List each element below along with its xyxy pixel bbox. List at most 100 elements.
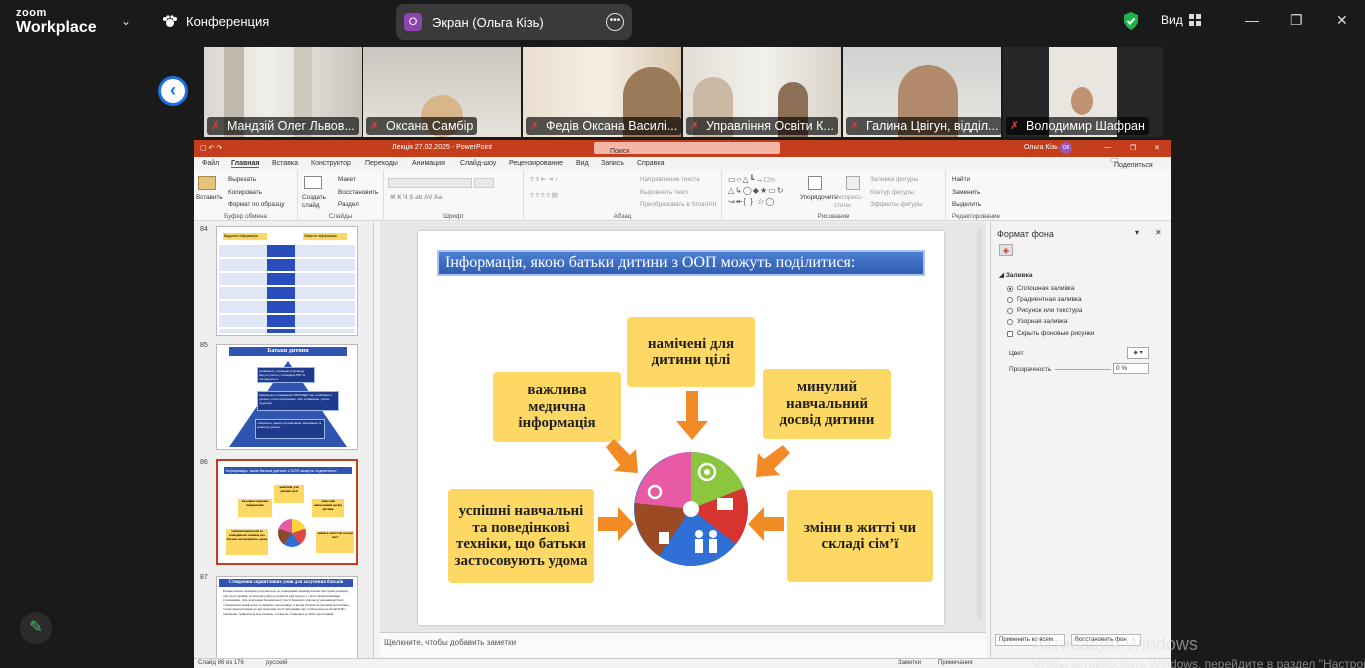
- checkbox-hide-background[interactable]: [1007, 330, 1013, 337]
- maximize-icon[interactable]: ❐: [1290, 12, 1303, 29]
- slide-thumbnail[interactable]: Відкрита інформація Закрита інформація: [216, 226, 358, 336]
- arrow-down: [676, 391, 708, 440]
- copy-button[interactable]: Копировать: [228, 189, 262, 196]
- participant-tile[interactable]: ✗ Управління Освіти К...: [683, 47, 841, 137]
- meeting-info-button[interactable]: Конференция: [162, 14, 269, 29]
- tab-design[interactable]: Конструктор: [311, 160, 351, 167]
- color-picker[interactable]: ◈ ▾: [1127, 347, 1149, 359]
- thumb-title: Батьки дитини: [229, 347, 347, 356]
- participant-tile[interactable]: ✗ Мандзій Олег Львов...: [204, 47, 362, 137]
- reset-button[interactable]: Восстановить: [338, 189, 378, 196]
- thumb-item: інформують працівників ЗЗСО/ЗДО про особ…: [257, 391, 339, 411]
- fill-section-header[interactable]: ◢ Заливка: [999, 271, 1033, 279]
- radio-gradient-fill[interactable]: [1007, 296, 1013, 303]
- slide-thumbnail[interactable]: Батьки дитини приймають у Команді супров…: [216, 344, 358, 450]
- current-slide[interactable]: Інформація, якою батьки дитини з ООП мож…: [418, 231, 944, 625]
- gallery-prev-button[interactable]: ‹: [158, 76, 188, 106]
- participant-tile[interactable]: ✗ Оксана Самбір: [363, 47, 521, 137]
- close-icon[interactable]: ✕: [1336, 12, 1348, 29]
- font-size-select[interactable]: [474, 178, 494, 188]
- replace-button[interactable]: Заменить: [952, 189, 980, 196]
- view-button[interactable]: Вид: [1161, 13, 1201, 27]
- chevron-down-icon[interactable]: ⌄: [121, 14, 131, 28]
- shape-fill-button[interactable]: Заливка фигуры: [870, 176, 918, 183]
- participant-tile[interactable]: ✗ Галина Цвігун, відділ...: [843, 47, 1001, 137]
- font-name-select[interactable]: [388, 178, 472, 188]
- notes-toggle[interactable]: Заметки: [898, 660, 921, 666]
- section-button[interactable]: Раздел: [338, 201, 359, 208]
- thumb-title: Створення сприятливих умов для залучення…: [219, 579, 353, 587]
- shapes-gallery-row3[interactable]: ↝↞{ } ☆◯: [728, 197, 775, 206]
- maximize-icon[interactable]: ❐: [1130, 144, 1136, 152]
- option-solid-fill[interactable]: Сплошная заливка: [1007, 285, 1075, 292]
- smartart-button[interactable]: Преобразовать в SmartArt: [640, 201, 716, 208]
- share-button[interactable]: Поделиться: [1110, 158, 1153, 169]
- tab-help[interactable]: Справка: [637, 160, 664, 167]
- security-shield-icon[interactable]: [1122, 11, 1140, 31]
- arrange-button[interactable]: Упорядочить: [800, 194, 837, 201]
- tab-review[interactable]: Рецензирование: [509, 160, 563, 167]
- screen-share-indicator[interactable]: О Экран (Ольга Кізь) •••: [396, 4, 632, 40]
- user-avatar[interactable]: ОК: [1060, 142, 1072, 154]
- slides-caption: Слайды: [328, 213, 353, 220]
- quick-styles-icon[interactable]: [846, 176, 860, 190]
- transparency-slider[interactable]: [1055, 369, 1111, 370]
- paste-button[interactable]: Вставить: [196, 194, 223, 201]
- tab-view[interactable]: Вид: [576, 160, 589, 167]
- shapes-gallery[interactable]: ▭○△┗→□○: [728, 175, 776, 184]
- radio-picture-fill[interactable]: [1007, 307, 1013, 314]
- font-style-buttons[interactable]: Ж К Ч S ab AV Аа: [390, 194, 442, 201]
- align-text-button[interactable]: Выровнять текст: [640, 189, 689, 196]
- transparency-input[interactable]: 0 %: [1113, 363, 1149, 374]
- paste-icon[interactable]: [198, 176, 216, 190]
- list-buttons[interactable]: ≡ ≡ ⇤ ⇥ ↕: [530, 176, 558, 183]
- shape-effects-button[interactable]: Эффекты фигуры: [870, 201, 922, 208]
- annotate-pencil-button[interactable]: ✎: [20, 612, 52, 644]
- layout-button[interactable]: Макет: [338, 176, 356, 183]
- comments-toggle[interactable]: Примечания: [938, 660, 973, 666]
- language-indicator[interactable]: русский: [266, 660, 288, 666]
- quick-styles-button[interactable]: Экспресс-стили: [834, 194, 864, 209]
- close-icon[interactable]: ✕: [1154, 144, 1160, 152]
- arrow-diagonal-right: [756, 445, 790, 477]
- participant-tile[interactable]: ✗ Федів Оксана Василі...: [523, 47, 681, 137]
- font-caption: Шрифт: [443, 213, 464, 220]
- new-slide-button[interactable]: Создать слайд: [302, 194, 330, 209]
- slide-thumbnail[interactable]: Створення сприятливих умов для залучення…: [216, 576, 358, 658]
- tab-transitions[interactable]: Переходы: [365, 160, 398, 167]
- format-painter-button[interactable]: Формат по образцу: [228, 201, 284, 208]
- more-icon[interactable]: •••: [606, 13, 624, 31]
- notes-area[interactable]: Щелкните, чтобы добавить заметки: [380, 632, 986, 658]
- select-button[interactable]: Выделить: [952, 201, 981, 208]
- participant-tile[interactable]: ✗ Володимир Шафран: [1003, 47, 1163, 137]
- option-gradient-fill[interactable]: Градиентная заливка: [1007, 296, 1082, 303]
- tab-slideshow[interactable]: Слайд-шоу: [460, 160, 496, 167]
- chevron-down-icon[interactable]: ▾: [1135, 228, 1139, 237]
- tab-file[interactable]: Файл: [202, 160, 219, 167]
- option-pattern-fill[interactable]: Узорная заливка: [1007, 318, 1068, 325]
- tab-home[interactable]: Главная: [231, 160, 260, 168]
- save-icon[interactable]: ▢ ↶ ↷: [200, 144, 222, 152]
- tab-record[interactable]: Запись: [601, 160, 624, 167]
- cut-button[interactable]: Вырезать: [228, 176, 256, 183]
- close-icon[interactable]: ✕: [1155, 228, 1162, 237]
- tab-insert[interactable]: Вставка: [272, 160, 298, 167]
- find-button[interactable]: Найти: [952, 176, 970, 183]
- minimize-icon[interactable]: —: [1245, 12, 1259, 28]
- tab-animations[interactable]: Анимация: [412, 160, 445, 167]
- align-buttons[interactable]: ≡ ≡ ≡ ≡ ▤: [530, 192, 558, 199]
- option-hide-background[interactable]: Скрыть фоновые рисунки: [1007, 330, 1095, 337]
- radio-pattern-fill[interactable]: [1007, 318, 1013, 325]
- arrange-icon[interactable]: [808, 176, 822, 190]
- radio-solid-fill[interactable]: [1007, 285, 1013, 292]
- slide-thumbnail-selected[interactable]: Інформація, якою батьки дитини з ООП мож…: [216, 459, 358, 565]
- shape-outline-button[interactable]: Контур фигуры: [870, 189, 914, 196]
- search-input[interactable]: Поиск: [594, 142, 780, 155]
- option-picture-fill[interactable]: Рисунок или текстура: [1007, 307, 1082, 314]
- fill-icon[interactable]: ◈: [999, 244, 1013, 256]
- vertical-scrollbar[interactable]: [977, 228, 982, 620]
- new-slide-icon[interactable]: [304, 176, 322, 189]
- text-direction-button[interactable]: Направление текста: [640, 176, 700, 183]
- shapes-gallery-row2[interactable]: △↳◯◆★▭↻: [728, 186, 784, 195]
- minimize-icon[interactable]: —: [1104, 144, 1111, 151]
